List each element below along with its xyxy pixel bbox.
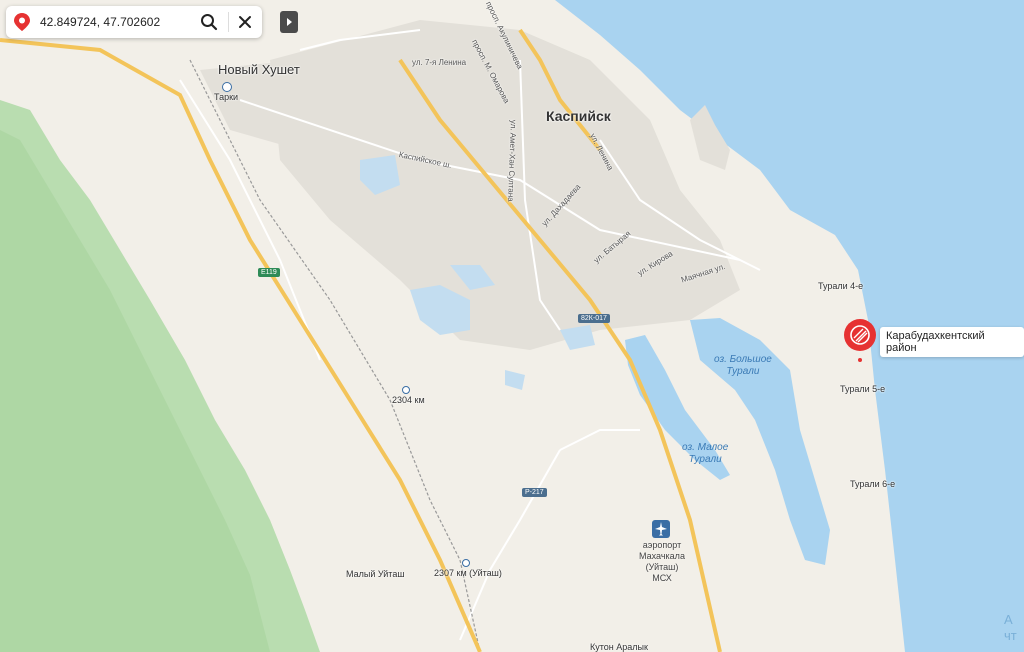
watermark-line: А <box>1004 612 1013 627</box>
station-icon <box>402 386 410 394</box>
settlement-label: Турали 5-е <box>840 384 886 394</box>
lake-label-line: оз. Большое <box>714 354 772 365</box>
station-label: 2307 км (Уйташ) <box>434 568 502 578</box>
collapse-panel-button[interactable] <box>280 11 298 33</box>
station-icon <box>462 559 470 567</box>
settlement-label: Малый Уйташ <box>346 569 405 579</box>
divider <box>228 12 229 32</box>
district-marker-icon[interactable] <box>843 318 877 364</box>
settlement-label: Кутон Аралык <box>590 642 648 652</box>
search-icon[interactable] <box>199 12 219 32</box>
settlement-label: Каспийск <box>546 108 611 124</box>
road-shield: E119 <box>258 268 280 277</box>
lake-label-line: Турали <box>688 454 722 465</box>
settlement-label: Турали 6-е <box>850 479 896 489</box>
station-label: Тарки <box>214 92 239 102</box>
airport-label-line: аэропорт <box>642 540 682 550</box>
settlement-label: Турали 4-е <box>818 281 864 291</box>
airplane-icon <box>652 520 670 538</box>
marker-label: Карабудахкентский район <box>880 327 1024 357</box>
search-panel <box>6 6 262 38</box>
airport-label-line: МСХ <box>652 573 672 583</box>
road-shield: 82К-017 <box>578 314 610 323</box>
lake-label-line: Турали <box>726 366 760 377</box>
road-shield: Р-217 <box>522 488 547 497</box>
search-input[interactable] <box>40 12 190 32</box>
station-label: 2304 км <box>392 395 425 405</box>
watermark-line: чт <box>1004 628 1017 643</box>
airport-label-line: (Уйташ) <box>645 562 679 572</box>
lake-label: оз. Малое Турали <box>682 442 728 466</box>
map-pin-icon <box>14 13 30 31</box>
settlement-label: Новый Хушет <box>218 62 300 77</box>
station-icon <box>222 82 232 92</box>
airport-label-line: Махачкала <box>639 551 685 561</box>
lake-label-line: оз. Малое <box>682 442 729 453</box>
airport-label: аэропорт Махачкала (Уйташ) МСХ <box>632 540 692 584</box>
lake-label: оз. Большое Турали <box>714 354 772 378</box>
watermark: А чт <box>1004 612 1017 644</box>
close-icon[interactable] <box>235 12 255 32</box>
street-label: ул. 7-я Ленина <box>412 58 467 67</box>
